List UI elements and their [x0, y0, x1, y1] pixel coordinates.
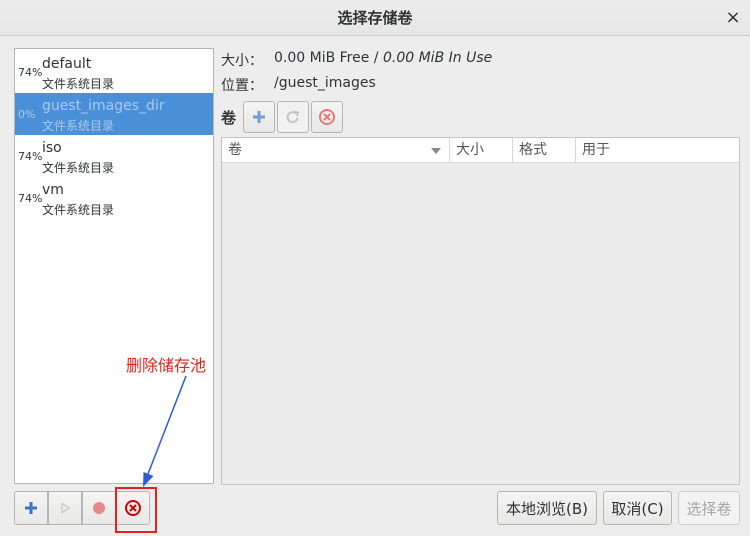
add-pool-button[interactable] [14, 491, 48, 525]
stop-pool-button[interactable] [82, 491, 116, 525]
plus-icon [25, 502, 37, 514]
annotation-arrow [143, 375, 187, 487]
browse-local-button[interactable]: 本地浏览(B) [497, 491, 597, 525]
annotation-highlight-box [115, 487, 157, 533]
choose-volume-button[interactable]: 选择卷 [678, 491, 740, 525]
play-icon [61, 502, 71, 514]
start-pool-button[interactable] [48, 491, 82, 525]
cancel-button[interactable]: 取消(C) [603, 491, 672, 525]
stop-record-icon [93, 502, 105, 514]
